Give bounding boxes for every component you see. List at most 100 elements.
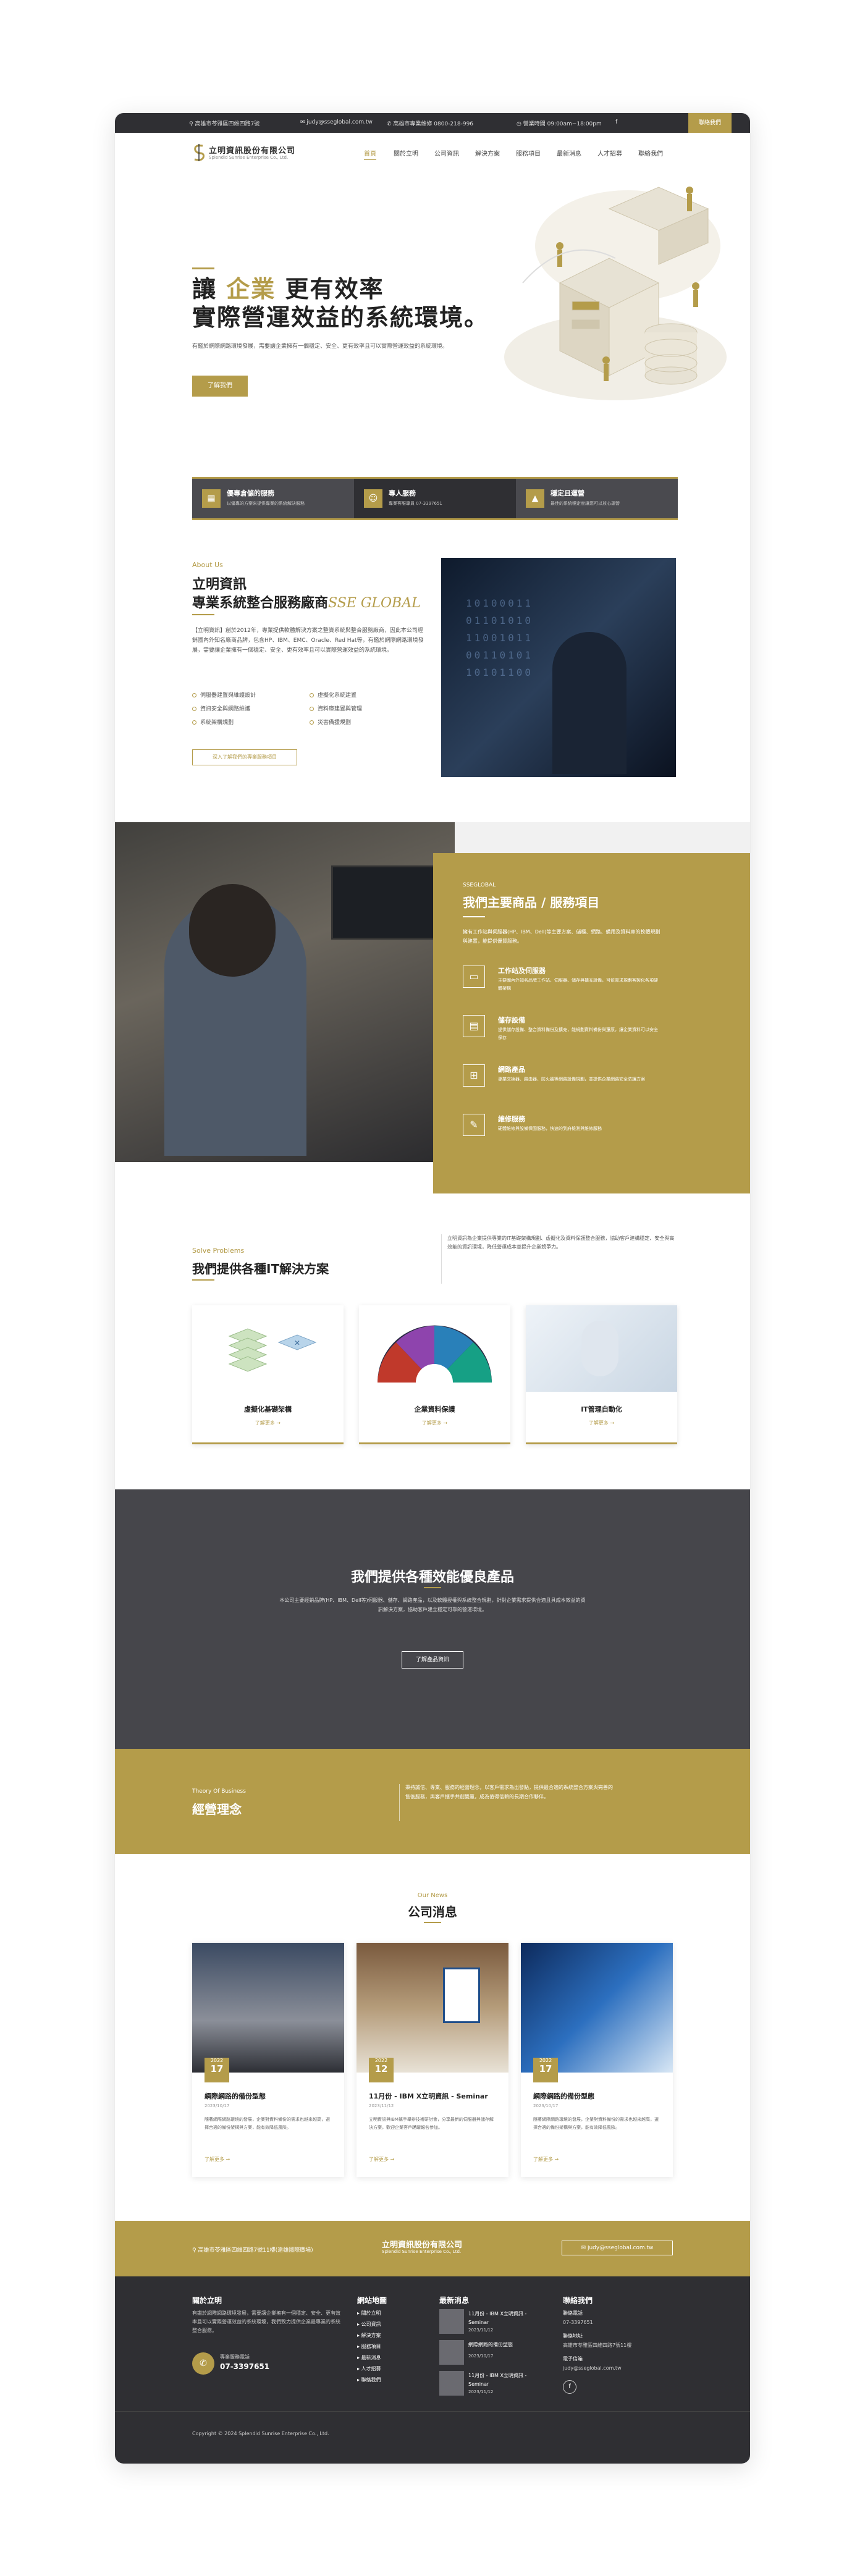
about-bullet-4: 資料庫建置與管理 (310, 704, 362, 714)
brand-name[interactable]: 立明資訊股份有限公司 (209, 144, 295, 156)
news-card-date: 2023/10/17 (533, 2103, 559, 2108)
news-card-2[interactable]: 2022 12 11月份 - IBM X立明資訊 - Seminar 2023/1… (357, 1943, 508, 2177)
footer-contact-label: 電子信箱 (563, 2356, 583, 2362)
services-photo (115, 822, 455, 1162)
automation-image (526, 1305, 677, 1392)
footer-link[interactable]: ▸ 人才招募 (357, 2365, 381, 2373)
footer-news-thumb[interactable] (439, 2371, 464, 2396)
products-description: 本公司主要經銷品牌(HP、IBM、Dell等)伺服器、儲存、網路產品，以及軟體授… (279, 1597, 586, 1612)
footer-contact-label: 聯絡電話 (563, 2310, 583, 2316)
footer-news-thumb[interactable] (439, 2340, 464, 2365)
storage-icon: ▤ (463, 1015, 485, 1037)
services-tag: SSEGLOBAL (463, 882, 496, 888)
chart-icon: ▲ (526, 489, 544, 508)
footer-service-label: 專業服務電話 (220, 2354, 250, 2360)
about-bullet-3: 資訊安全與網路維護 (192, 704, 250, 714)
topbar-email[interactable]: ✉ judy@sseglobal.com.tw (300, 119, 373, 125)
footer-link[interactable]: ▸ 聯絡我們 (357, 2376, 381, 2384)
topbar-contact-button[interactable]: 聯絡我們 (688, 113, 732, 133)
service-item-title: 工作站及伺服器 (498, 967, 546, 975)
about-tech-image: 10100011 01101010 11001011 00110101 10101100 (441, 558, 676, 777)
service-item-desc: 主要國內外知名品牌工作站、伺服器、儲存與擴充設備，可依需求規劃客製化各項硬體架構 (498, 978, 658, 991)
products-button[interactable]: 了解產品資訊 (402, 1651, 463, 1669)
news-card-excerpt: 立明資訊與IBM攜手舉辦技術研討會，分享最新的伺服器與儲存解決方案，歡迎企業客戶… (369, 2117, 494, 2130)
solution-more-link[interactable]: 了解更多 → (526, 1420, 677, 1426)
contact-bar-email[interactable]: ✉ judy@sseglobal.com.tw (562, 2241, 673, 2255)
footer-news-title-item[interactable]: 網際網路的備份型態 (468, 2341, 549, 2349)
logo-icon[interactable] (192, 143, 206, 162)
news-card-date: 2023/10/17 (205, 2103, 230, 2108)
footer-facebook-icon[interactable]: f (563, 2380, 576, 2394)
solutions-accent-line (192, 1279, 214, 1281)
footer-about-text: 有鑑於網際網路環境發展，需要讓企業擁有一個穩定、安全、更有效率且可以實際營運效益… (192, 2310, 340, 2333)
nav-services[interactable]: 服務項目 (516, 148, 541, 158)
footer-news-title-item[interactable]: 11月份 - IBM X立明資訊 - Seminar (468, 2372, 549, 2389)
hero-cta-button[interactable]: 了解我們 (192, 376, 248, 397)
footer-service-phone[interactable]: 07-3397651 (220, 2362, 269, 2371)
wrench-icon: ✎ (463, 1114, 485, 1136)
footer-link[interactable]: ▸ 最新消息 (357, 2354, 381, 2362)
news-more-link[interactable]: 了解更多 → (533, 2156, 559, 2163)
footer-brand-sub: Splendid Sunrise Enterprise Co., Ltd. (382, 2249, 462, 2254)
footer-link[interactable]: ▸ 服務項目 (357, 2342, 381, 2351)
brand-subtitle: Splendid Sunrise Enterprise Co., Ltd. (209, 155, 289, 160)
topbar-hours: ◷ 營業時間 09:00am~18:00pm (517, 121, 602, 127)
service-item-title: 維修服務 (498, 1115, 525, 1123)
business-tag: Theory Of Business (192, 1788, 246, 1795)
products-title: 我們提供各種效能優良產品 (350, 1570, 514, 1585)
nav-company[interactable]: 公司資訊 (434, 148, 459, 158)
feature-card-3: ▲ 穩定且運營 最佳的系統穩定度讓您可以放心運營 (516, 477, 678, 520)
news-card-title[interactable]: 網際網路的備份型態 (533, 2091, 594, 2101)
feature-accent-top (192, 477, 678, 479)
footer-about-title: 關於立明 (192, 2296, 222, 2305)
footer-news-title-item[interactable]: 11月份 - IBM X立明資訊 - Seminar (468, 2310, 549, 2327)
footer-links-title: 網站地圖 (357, 2296, 387, 2305)
solution-card-3[interactable]: IT管理自動化 了解更多 → (526, 1305, 677, 1444)
nav-contact[interactable]: 聯絡我們 (638, 148, 663, 158)
news-image (192, 1943, 344, 2073)
solution-more-link[interactable]: 了解更多 → (192, 1420, 344, 1426)
footer-news-thumb[interactable] (439, 2309, 464, 2334)
footer-link[interactable]: ▸ 解決方案 (357, 2331, 381, 2340)
about-more-button[interactable]: 深入了解我們的專業服務項目 (192, 749, 297, 765)
solutions-tag: Solve Problems (192, 1247, 245, 1255)
footer-contact-value[interactable]: judy@sseglobal.com.tw (563, 2364, 622, 2373)
nav-about[interactable]: 關於立明 (394, 148, 418, 158)
news-date-badge: 2022 17 (533, 2058, 558, 2082)
nav-careers[interactable]: 人才招募 (597, 148, 622, 158)
facebook-icon[interactable]: f (615, 119, 617, 125)
server-stack-icon: ✕ (228, 1328, 317, 1372)
about-bullet-1: 伺服器建置與維護設計 (192, 691, 256, 701)
page-frame: ⚲ 高雄市苓雅區四維四路7號 ✉ judy@sseglobal.com.tw ✆… (115, 113, 750, 2464)
nav-news[interactable]: 最新消息 (557, 148, 581, 158)
news-accent-line (424, 1922, 441, 1923)
feature-accent-bottom (192, 518, 678, 520)
footer-contact-value[interactable]: 07-3397651 (563, 2318, 593, 2327)
news-card-date: 2023/11/12 (369, 2103, 394, 2108)
topbar-phone[interactable]: ✆ 高雄市專業維修 0800-218-996 (387, 119, 473, 127)
service-item-desc: 專業交換器、路由器、防火牆等網路設備規劃，並提供企業網路安全防護方案 (498, 1077, 645, 1082)
service-item-desc: 提供儲存設備、整合資料備份及擴充，能規劃資料備份與還原，讓企業資料可以安全保存 (498, 1027, 658, 1040)
footer-contact-label: 聯絡地址 (563, 2333, 583, 2339)
news-image (521, 1943, 673, 2073)
news-card-1[interactable]: 2022 17 網際網路的備份型態 2023/10/17 隨著網際網路環境的發展，… (192, 1943, 344, 2177)
nav-home[interactable]: 首頁 (364, 148, 376, 160)
footer-link[interactable]: ▸ 公司資訊 (357, 2320, 381, 2329)
about-description: 【立明資訊】創於2012年，專業提供軟體解決方案之整資系統與整合服務廠商，因此本… (192, 628, 424, 654)
solution-card-2[interactable]: 企業資料保護 了解更多 → (359, 1305, 510, 1444)
nav-solutions[interactable]: 解決方案 (475, 148, 500, 158)
news-more-link[interactable]: 了解更多 → (369, 2156, 394, 2163)
news-card-excerpt: 隨著網際網路環境的發展，企業對資料備份的需求也越來越高，選擇合適的備份架構與方案… (533, 2117, 659, 2130)
solution-card-1[interactable]: ✕ 虛擬化基礎架構 了解更多 → (192, 1305, 344, 1444)
footer-link[interactable]: ▸ 關於立明 (357, 2309, 381, 2318)
news-tag: Our News (417, 1892, 448, 1899)
news-card-title[interactable]: 網際網路的備份型態 (205, 2091, 266, 2101)
news-card-3[interactable]: 2022 17 網際網路的備份型態 2023/10/17 隨著網際網路環境的發展，… (521, 1943, 673, 2177)
news-more-link[interactable]: 了解更多 → (205, 2156, 230, 2163)
data-wheel-icon (378, 1325, 492, 1386)
business-description: 秉持誠信、專業、服務的經營理念，以客戶需求為出發點，提供最合適的系統整合方案與完… (405, 1785, 613, 1799)
news-image (357, 1943, 508, 2073)
solution-more-link[interactable]: 了解更多 → (359, 1420, 510, 1426)
news-card-title[interactable]: 11月份 - IBM X立明資訊 - Seminar (369, 2091, 488, 2101)
topbar-address: ⚲ 高雄市苓雅區四維四路7號 (189, 121, 260, 127)
